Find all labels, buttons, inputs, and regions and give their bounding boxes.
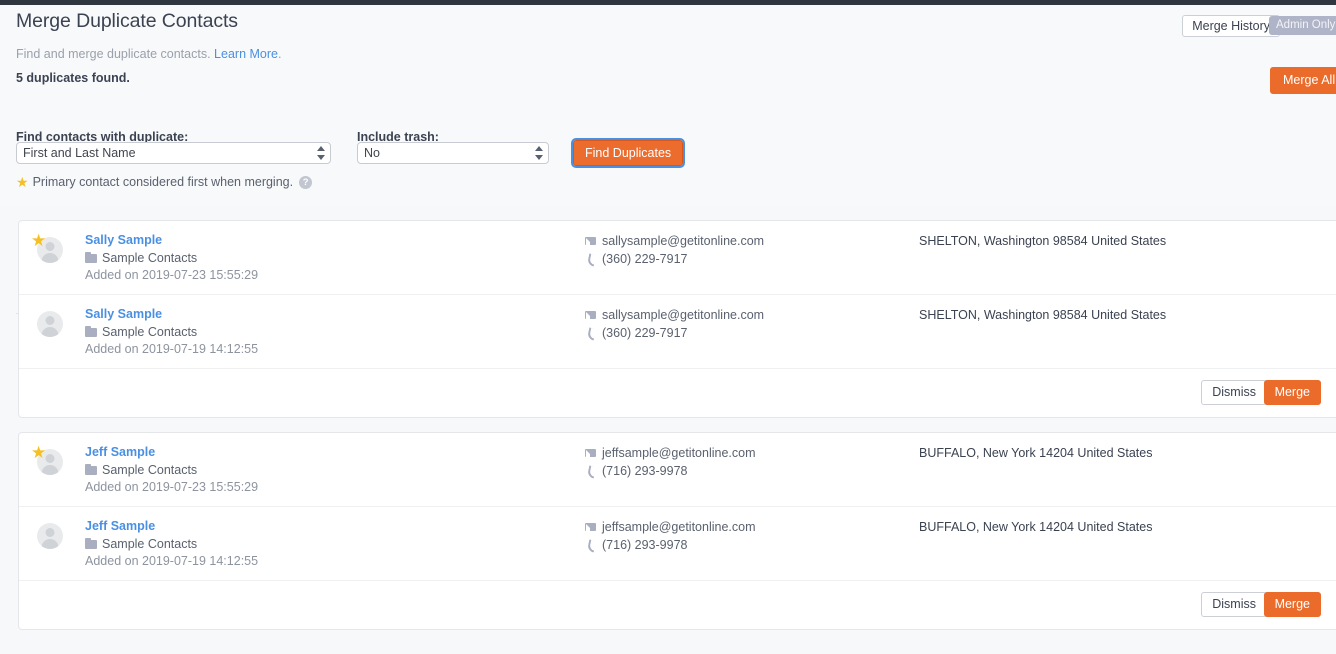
find-contacts-select-wrapper[interactable]: First and Last Name <box>16 142 331 164</box>
contact-group: Sample Contacts <box>85 462 258 478</box>
merge-button[interactable]: Merge <box>1263 380 1321 405</box>
subtitle-text: Find and merge duplicate contacts. <box>16 47 211 61</box>
duplicates-found-count: 5 duplicates found. <box>16 71 130 85</box>
envelope-icon <box>585 311 601 320</box>
contact-added-date: Added on 2019-07-23 15:55:29 <box>85 268 259 282</box>
folder-icon <box>85 463 97 475</box>
contact-name-link[interactable]: Jeff Sample <box>85 518 258 534</box>
duplicate-cards-list: ★ Sally Sample Sample Contacts Added on 201… <box>0 206 1336 630</box>
contact-phone-value: (360) 229-7917 <box>602 252 688 266</box>
learn-more-link[interactable]: Learn More <box>214 47 278 61</box>
contact-communication: sallysample@getitonline.com (360) 229-791… <box>585 306 764 342</box>
include-trash-select-wrapper[interactable]: No <box>357 142 549 164</box>
duplicate-card: ★ Jeff Sample Sample Contacts Added on 2019… <box>18 432 1336 630</box>
contact-phone-value: (360) 229-7917 <box>602 326 688 340</box>
page-subtitle: Find and merge duplicate contacts. Learn… <box>16 47 281 61</box>
dismiss-button[interactable]: Dismiss <box>1201 592 1267 617</box>
filter-bar: Find contacts with duplicate: First and … <box>0 110 1336 314</box>
contact-email-value: jeffsample@getitonline.com <box>602 446 756 460</box>
avatar <box>31 518 65 552</box>
primary-star-icon: ★ <box>31 231 47 250</box>
contact-email: sallysample@getitonline.com <box>585 232 764 250</box>
contact-name-link[interactable]: Sally Sample <box>85 232 258 248</box>
duplicate-card: ★ Sally Sample Sample Contacts Added on 201… <box>18 220 1336 418</box>
contact-address: SHELTON, Washington 98584 United States <box>919 234 1167 248</box>
help-icon[interactable]: ? <box>299 175 313 189</box>
page-title: Merge Duplicate Contacts <box>16 10 238 32</box>
contact-email-value: jeffsample@getitonline.com <box>602 520 756 534</box>
card-actions: Dismiss Merge <box>19 369 1336 417</box>
avatar-placeholder-icon <box>37 311 63 337</box>
contact-address: BUFFALO, New York 14204 United States <box>919 520 1153 534</box>
contact-summary: Jeff Sample Sample Contacts Added on 2019-… <box>85 444 258 495</box>
star-icon: ★ <box>16 174 29 190</box>
contact-added-date: Added on 2019-07-19 14:12:55 <box>85 342 259 356</box>
phone-icon <box>585 540 596 551</box>
avatar: ★ <box>31 444 65 478</box>
contact-communication: sallysample@getitonline.com (360) 229-791… <box>585 232 764 268</box>
contact-summary: Jeff Sample Sample Contacts Added on 2019-… <box>85 518 258 569</box>
contact-phone-value: (716) 293-9978 <box>602 464 688 478</box>
subtitle-period: . <box>277 47 282 61</box>
contact-summary: Sally Sample Sample Contacts Added on 2019… <box>85 306 258 357</box>
card-actions: Dismiss Merge <box>19 581 1336 629</box>
contact-phone: (360) 229-7917 <box>585 324 764 342</box>
contact-group-label: Sample Contacts <box>102 251 198 265</box>
contact-phone-value: (716) 293-9978 <box>602 538 688 552</box>
contact-email: jeffsample@getitonline.com <box>585 444 756 462</box>
primary-contact-note: ★ Primary contact considered first when … <box>16 174 313 190</box>
contact-added-date: Added on 2019-07-23 15:55:29 <box>85 480 259 494</box>
page-header: Merge Duplicate Contacts Find and merge … <box>0 5 1336 115</box>
contact-added-date: Added on 2019-07-19 14:12:55 <box>85 554 259 568</box>
folder-icon <box>85 251 97 263</box>
contact-group-label: Sample Contacts <box>102 325 198 339</box>
envelope-icon <box>585 523 601 532</box>
find-contacts-select[interactable]: First and Last Name <box>16 142 331 164</box>
phone-icon <box>585 328 596 339</box>
merge-history-button[interactable]: Merge History <box>1182 15 1280 37</box>
contact-phone: (716) 293-9978 <box>585 536 756 554</box>
folder-icon <box>85 325 97 337</box>
contact-address: BUFFALO, New York 14204 United States <box>919 446 1153 460</box>
contact-email: sallysample@getitonline.com <box>585 306 764 324</box>
primary-contact-note-text: Primary contact considered first when me… <box>32 175 294 189</box>
contact-phone: (360) 229-7917 <box>585 250 764 268</box>
contact-communication: jeffsample@getitonline.com (716) 293-9978 <box>585 518 756 554</box>
merge-duplicate-contacts-page: Merge Duplicate Contacts Find and merge … <box>0 0 1336 654</box>
folder-icon <box>85 537 97 549</box>
contact-name-link[interactable]: Jeff Sample <box>85 444 258 460</box>
merge-button[interactable]: Merge <box>1263 592 1321 617</box>
contact-communication: jeffsample@getitonline.com (716) 293-9978 <box>585 444 756 480</box>
avatar <box>31 306 65 340</box>
include-trash-select[interactable]: No <box>357 142 549 164</box>
admin-only-badge: Admin Only <box>1269 16 1336 35</box>
contact-email-value: sallysample@getitonline.com <box>602 234 765 248</box>
contact-email: jeffsample@getitonline.com <box>585 518 756 536</box>
contact-row: ★ Jeff Sample Sample Contacts Added on 2019… <box>19 433 1336 507</box>
avatar: ★ <box>31 232 65 266</box>
contact-phone: (716) 293-9978 <box>585 462 756 480</box>
contact-group-label: Sample Contacts <box>102 537 198 551</box>
find-duplicates-button[interactable]: Find Duplicates <box>570 138 686 168</box>
primary-star-icon: ★ <box>31 443 47 462</box>
contact-row: Sally Sample Sample Contacts Added on 2019… <box>19 295 1336 369</box>
dismiss-button[interactable]: Dismiss <box>1201 380 1267 405</box>
contact-group: Sample Contacts <box>85 536 258 552</box>
merge-all-button[interactable]: Merge All <box>1270 67 1336 94</box>
contact-name-link[interactable]: Sally Sample <box>85 306 258 322</box>
phone-icon <box>585 466 596 477</box>
contact-row: ★ Sally Sample Sample Contacts Added on 201… <box>19 221 1336 295</box>
contact-email-value: sallysample@getitonline.com <box>602 308 765 322</box>
contact-row: Jeff Sample Sample Contacts Added on 2019-… <box>19 507 1336 581</box>
phone-icon <box>585 254 596 265</box>
contact-group: Sample Contacts <box>85 250 258 266</box>
contact-summary: Sally Sample Sample Contacts Added on 2019… <box>85 232 258 283</box>
envelope-icon <box>585 237 601 246</box>
envelope-icon <box>585 449 601 458</box>
avatar-placeholder-icon <box>37 523 63 549</box>
contact-address: SHELTON, Washington 98584 United States <box>919 308 1167 322</box>
contact-group: Sample Contacts <box>85 324 258 340</box>
contact-group-label: Sample Contacts <box>102 463 198 477</box>
